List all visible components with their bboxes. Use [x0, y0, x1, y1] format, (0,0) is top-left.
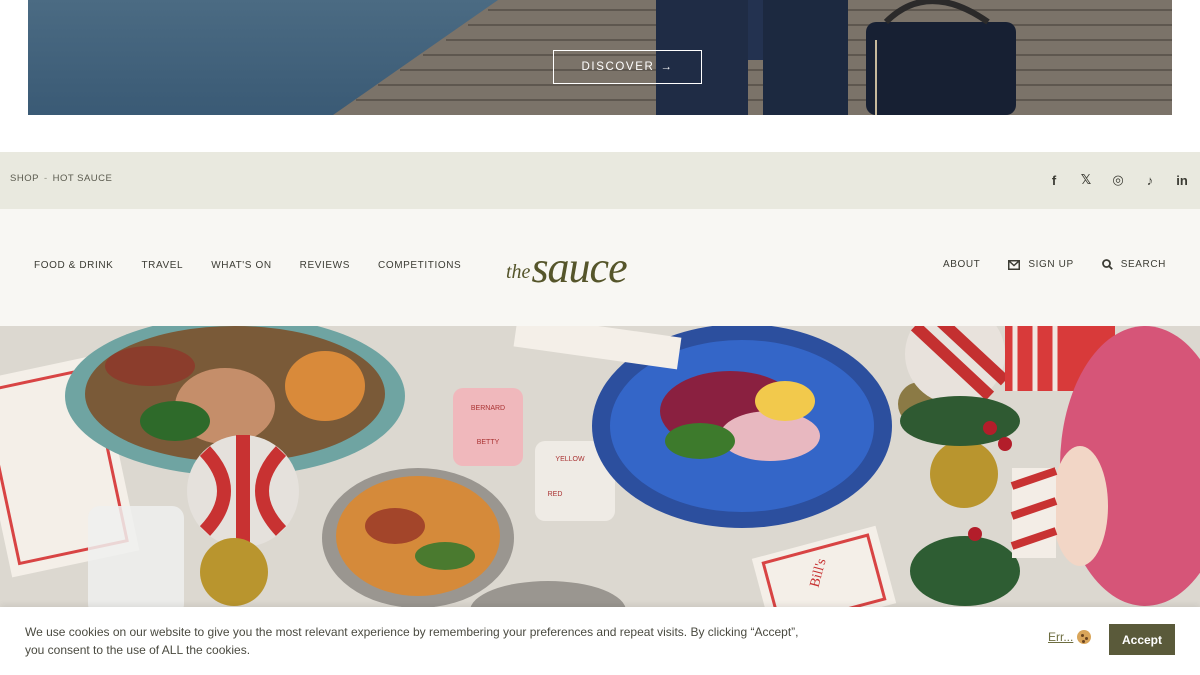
utility-links: SHOP - HOT SAUCE	[10, 173, 112, 184]
instagram-icon[interactable]: ◎	[1110, 171, 1126, 189]
main-nav: FOOD & DRINK TRAVEL WHAT'S ON REVIEWS CO…	[0, 209, 1200, 326]
logo-sauce: sauce	[531, 243, 627, 292]
signup-label: SIGN UP	[1028, 259, 1074, 270]
discover-label: DISCOVER	[581, 61, 655, 73]
cookie-settings-link[interactable]: Err...	[1048, 630, 1092, 644]
nav-item-food-drink[interactable]: FOOD & DRINK	[34, 260, 113, 271]
dice-word-2: BETTY	[477, 439, 500, 446]
site-logo[interactable]: the sauce	[506, 242, 696, 290]
promo-banner: DISCOVER →	[28, 0, 1172, 115]
nav-item-reviews[interactable]: REVIEWS	[300, 260, 350, 271]
cookie-message: We use cookies on our website to give yo…	[25, 625, 799, 657]
nav-right-menu: ABOUT SIGN UP SEARCH	[943, 259, 1166, 270]
nav-item-travel[interactable]: TRAVEL	[141, 260, 183, 271]
cookie-consent-bar: We use cookies on our website to give yo…	[0, 607, 1200, 675]
shop-link[interactable]: SHOP	[10, 173, 39, 184]
cookie-err-label: Err...	[1048, 630, 1074, 644]
tiktok-icon[interactable]: ♪	[1142, 171, 1158, 189]
search-icon	[1101, 259, 1113, 270]
nav-item-competitions[interactable]: COMPETITIONS	[378, 260, 461, 271]
logo-the: the	[506, 261, 531, 283]
search-label: SEARCH	[1120, 259, 1166, 270]
dice-word-1: BERNARD	[471, 405, 505, 412]
search-link[interactable]: SEARCH	[1101, 259, 1166, 270]
pink-dice	[453, 388, 523, 466]
social-links: f 𝕏 ◎ ♪ in	[1046, 171, 1190, 189]
x-icon[interactable]: 𝕏	[1078, 171, 1094, 189]
hero-image: BERNARD BETTY YELLOW RED Bill's	[0, 326, 1200, 607]
facebook-icon[interactable]: f	[1046, 171, 1062, 189]
signup-link[interactable]: SIGN UP	[1008, 259, 1073, 270]
nav-item-whats-on[interactable]: WHAT'S ON	[211, 260, 271, 271]
linkedin-icon[interactable]: in	[1174, 171, 1190, 189]
hero-food-scene: BERNARD BETTY YELLOW RED Bill's	[0, 326, 1200, 607]
dice-word-3: YELLOW	[555, 456, 585, 463]
accept-button[interactable]: Accept	[1109, 624, 1175, 655]
hot-sauce-link[interactable]: HOT SAUCE	[53, 173, 113, 184]
dice-word-4: RED	[548, 491, 563, 498]
pasta-bowl	[322, 468, 514, 607]
nav-left-menu: FOOD & DRINK TRAVEL WHAT'S ON REVIEWS CO…	[34, 260, 461, 271]
utility-bar: SHOP - HOT SAUCE f 𝕏 ◎ ♪ in	[0, 152, 1200, 209]
envelope-icon	[1008, 259, 1021, 270]
cookie-icon	[1077, 630, 1092, 644]
arrow-right-icon: →	[660, 61, 674, 73]
separator: -	[43, 173, 48, 184]
discover-button[interactable]: DISCOVER →	[553, 50, 702, 84]
nav-item-about[interactable]: ABOUT	[943, 259, 980, 270]
